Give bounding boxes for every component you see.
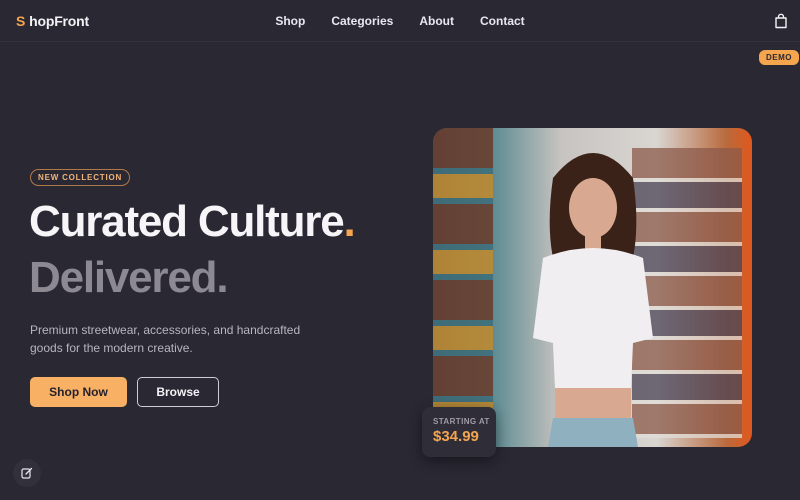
hero-description: Premium streetwear, accessories, and han… xyxy=(30,323,301,355)
nav-item-categories[interactable]: Categories xyxy=(331,14,393,28)
edit-icon[interactable] xyxy=(13,459,41,487)
browse-button[interactable]: Browse xyxy=(137,377,219,407)
shopping-bag-icon[interactable] xyxy=(774,13,788,29)
nav-item-about[interactable]: About xyxy=(419,14,454,28)
headline-text-2: Delivered xyxy=(29,253,218,302)
headline-text-1: Curated Culture xyxy=(29,197,345,246)
headline-muted-dot: . xyxy=(216,253,228,302)
hero-product-image xyxy=(433,128,752,447)
main-menu: Shop Categories About Contact xyxy=(0,14,800,28)
demo-badge: DEMO xyxy=(759,50,799,65)
nav-item-shop[interactable]: Shop xyxy=(275,14,305,28)
new-collection-badge: NEW COLLECTION xyxy=(30,169,131,186)
nav-item-contact[interactable]: Contact xyxy=(480,14,525,28)
hero-headline-line2: Delivered. xyxy=(29,252,229,304)
record-shelf-left xyxy=(433,128,493,447)
price-card: STARTING AT $34.99 xyxy=(422,407,496,457)
shop-now-button[interactable]: Shop Now xyxy=(30,377,127,407)
price-value: $34.99 xyxy=(433,428,479,445)
top-navigation: S hopFront Shop Categories About Contact xyxy=(0,0,800,42)
hero-headline-line1: Curated Culture. xyxy=(29,196,356,248)
model-figure xyxy=(533,153,653,447)
price-label: STARTING AT xyxy=(433,417,490,426)
headline-accent-dot: . xyxy=(343,197,355,246)
